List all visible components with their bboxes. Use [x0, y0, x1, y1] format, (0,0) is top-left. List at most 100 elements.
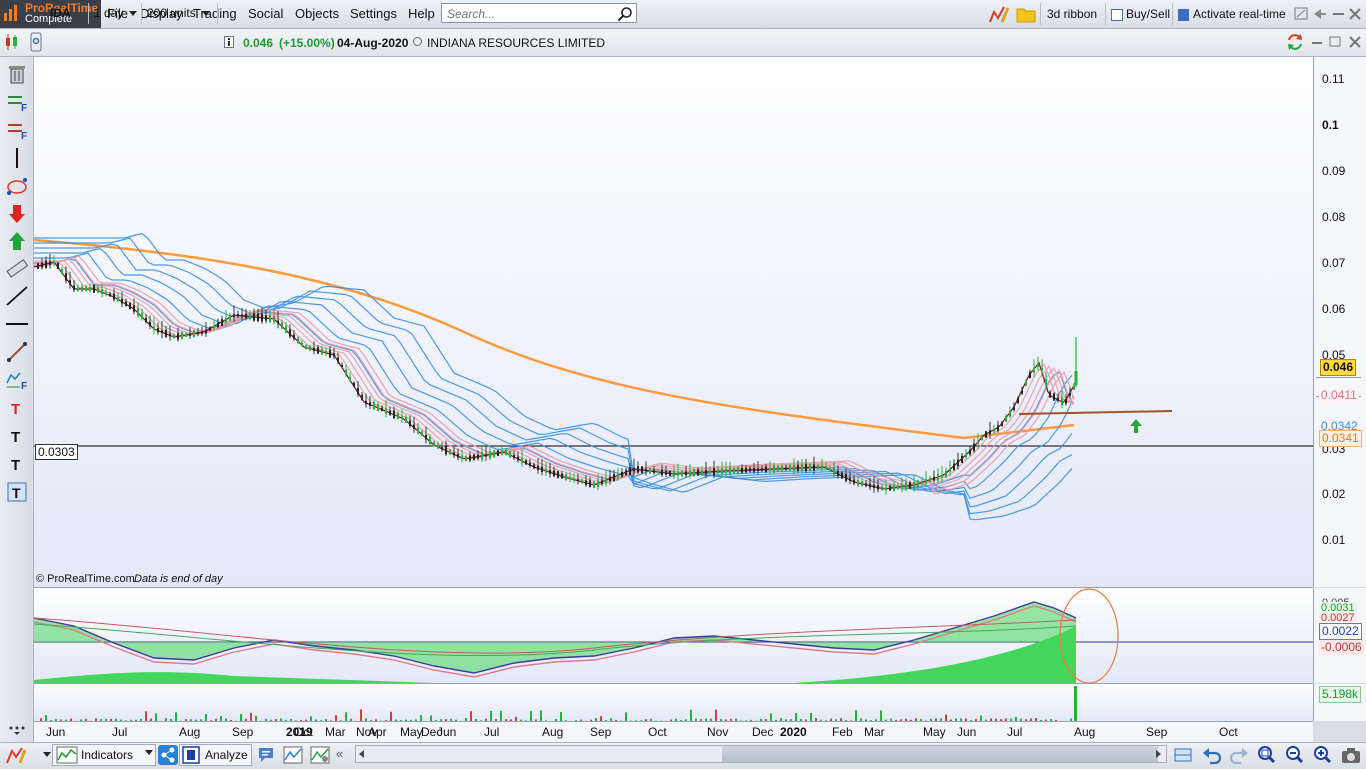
volume-panel[interactable]: [34, 684, 1313, 721]
vertical-line-icon[interactable]: [6, 147, 28, 169]
menu-settings[interactable]: Settings: [350, 6, 397, 21]
activate-realtime-button[interactable]: Activate real-time: [1172, 3, 1290, 25]
analyze-button[interactable]: Analyze: [179, 744, 252, 766]
oscillator-scale[interactable]: 0.005 0.0031 0.0027 0.0022 -0.0006: [1313, 588, 1366, 683]
candle-body: [293, 335, 295, 339]
indicators-button[interactable]: Indicators: [52, 744, 156, 766]
arrow-up-icon[interactable]: [6, 230, 28, 252]
trend-f-icon[interactable]: F: [6, 369, 28, 391]
timeframe-dropdown[interactable]: 1 day: [90, 3, 142, 24]
info-icon[interactable]: [224, 36, 234, 48]
candle-body: [457, 454, 459, 457]
volume-bar: [690, 710, 692, 721]
candle-body: [521, 458, 523, 463]
share-icon[interactable]: [158, 745, 178, 765]
window-controls[interactable]: [1294, 6, 1364, 22]
candle-body: [937, 474, 939, 481]
trash-icon[interactable]: [6, 63, 28, 85]
buy-sell-checkbox[interactable]: [1111, 9, 1123, 21]
menu-social[interactable]: Social: [248, 6, 283, 21]
ticker-selector[interactable]: IDA: [46, 3, 89, 24]
time-axis-label: Aug: [179, 725, 200, 739]
text-red-icon[interactable]: T: [6, 397, 28, 419]
horizontal-line-red-f-icon[interactable]: F: [6, 119, 28, 141]
candle-body: [369, 402, 371, 405]
undo-icon[interactable]: [1202, 745, 1222, 765]
chevron-down-icon[interactable]: [43, 752, 51, 757]
chart-settings-icon[interactable]: [310, 746, 330, 764]
price-chart-canvas[interactable]: [34, 57, 1313, 587]
volume-bar: [345, 712, 347, 721]
menu-objects[interactable]: Objects: [295, 6, 339, 21]
candle-body: [785, 467, 787, 469]
ellipse-tool-icon[interactable]: [6, 175, 28, 197]
candle-body: [705, 470, 707, 474]
oscillator-canvas[interactable]: [34, 588, 1313, 683]
volume-scale[interactable]: 5.198k: [1313, 684, 1366, 721]
candle-body: [825, 466, 827, 469]
scroll-start-icon[interactable]: «: [336, 746, 343, 761]
time-axis-label: May: [923, 725, 946, 739]
candle-body: [953, 464, 955, 470]
chart-type-icon[interactable]: [4, 33, 20, 51]
time-scrollbar-thumb[interactable]: [722, 746, 1158, 762]
zoom-fit-icon[interactable]: [1257, 745, 1279, 765]
search-input[interactable]: [445, 5, 619, 23]
autoscale-icon[interactable]: [1173, 745, 1193, 765]
oscillator-panel[interactable]: [34, 588, 1313, 683]
drawing-menu-icon[interactable]: [5, 745, 27, 765]
candle-body: [529, 463, 531, 466]
buy-arrow-icon: [1130, 419, 1142, 433]
time-axis-label: Jul: [484, 725, 499, 739]
more-tools-icon[interactable]: [6, 717, 28, 739]
search-box[interactable]: [441, 3, 637, 23]
candle-body: [973, 444, 975, 452]
menu-help[interactable]: Help: [408, 6, 435, 21]
zoom-in-icon[interactable]: [1313, 745, 1335, 765]
trendline-icon[interactable]: [6, 285, 28, 307]
ema-fast-label: 0.0411: [1319, 388, 1359, 403]
zoom-out-icon[interactable]: [1285, 745, 1307, 765]
price-chart-panel[interactable]: 0.0303 © ProRealTime.com Data is end of …: [34, 57, 1313, 587]
chevron-down-icon: [145, 750, 153, 755]
time-axis-label: Aug: [1074, 725, 1095, 739]
arrow-down-icon[interactable]: [6, 203, 28, 225]
candle-body: [189, 333, 191, 335]
alerts-folder-icon[interactable]: [1016, 5, 1036, 23]
scroll-left-icon[interactable]: [359, 750, 364, 758]
units-dropdown[interactable]: 200 units: [143, 3, 218, 24]
text-box-icon[interactable]: T: [6, 481, 28, 503]
panel-window-controls[interactable]: [1310, 35, 1364, 49]
text-bold-icon[interactable]: T: [6, 453, 28, 475]
candle-body: [477, 455, 479, 459]
search-icon[interactable]: [617, 6, 633, 22]
price-scale[interactable]: 0.11 0.1 0.09 0.08 0.07 0.06 0.05 0.03 0…: [1313, 57, 1366, 587]
candle-body: [157, 328, 159, 332]
refresh-icon[interactable]: [1285, 33, 1305, 51]
comment-icon[interactable]: [257, 746, 275, 764]
time-axis[interactable]: JunJulAugSepOctNovDec2019MarAprMayJunJul…: [34, 721, 1313, 743]
candle-body: [325, 351, 327, 354]
candle-body: [1061, 398, 1063, 405]
volume-canvas[interactable]: [34, 684, 1313, 721]
ruler-icon[interactable]: [6, 257, 28, 279]
candle-body: [241, 315, 243, 317]
redo-icon[interactable]: [1229, 745, 1249, 765]
scroll-right-icon[interactable]: [1156, 750, 1161, 758]
compare-charts-icon[interactable]: [283, 746, 303, 764]
candle-body: [429, 437, 431, 445]
buy-sell-toggle[interactable]: Buy/Sell: [1105, 3, 1171, 25]
text-icon[interactable]: T: [6, 425, 28, 447]
candle-body: [669, 471, 671, 476]
screenshot-icon[interactable]: [1341, 746, 1361, 764]
candle-body: [485, 454, 487, 456]
instrument-link-icon[interactable]: [29, 32, 43, 52]
candle-body: [829, 468, 831, 471]
svg-text:F: F: [21, 103, 27, 113]
horizontal-line-f-icon[interactable]: F: [6, 91, 28, 113]
drawing-tools-icon[interactable]: [988, 4, 1010, 24]
3d-ribbon-button[interactable]: 3d ribbon: [1040, 3, 1104, 25]
segment-tool-icon[interactable]: [6, 341, 28, 363]
candle-body: [1045, 379, 1047, 385]
horizontal-line-icon[interactable]: [6, 313, 28, 335]
